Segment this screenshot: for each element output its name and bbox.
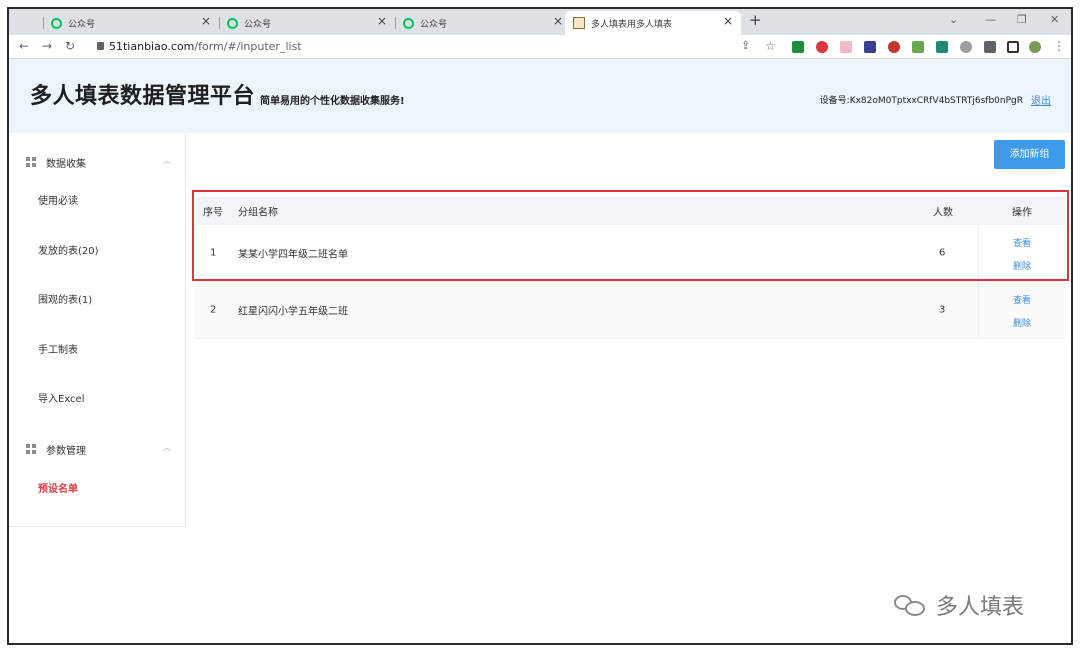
chevron-down-icon[interactable]: ⌄	[949, 13, 958, 26]
ia-extension-icon[interactable]	[864, 41, 876, 53]
new-tab-button[interactable]: +	[749, 11, 762, 29]
wechat-icon	[227, 17, 238, 29]
close-icon[interactable]: ×	[553, 14, 563, 28]
chevron-up-icon[interactable]: ︿	[163, 155, 171, 166]
translate-extension-icon[interactable]	[936, 41, 948, 53]
delete-link[interactable]: 删除	[1013, 316, 1031, 329]
wechat-icon	[51, 17, 62, 29]
browser-tab-1[interactable]: 公众号 ×	[43, 11, 219, 35]
close-icon[interactable]: ×	[201, 14, 211, 28]
tab-strip: 公众号 × 公众号 × 公众号 × 多人填表用多人填表 × + ⌄ — ❐ ✕	[9, 9, 1071, 35]
browser-tab-active[interactable]: 多人填表用多人填表 ×	[565, 11, 741, 35]
star-icon[interactable]: ☆	[765, 39, 776, 53]
restore-icon[interactable]: ❐	[1017, 13, 1027, 26]
tab-label: 公众号	[420, 19, 448, 30]
lock-icon	[97, 42, 104, 50]
url-path: /form/#/inputer_list	[194, 40, 302, 53]
watermark: 多人填表	[894, 589, 1024, 621]
tab-label: 公众号	[68, 19, 96, 30]
app-subtitle: 简单易用的个性化数据收集服务!	[260, 96, 405, 107]
row-name: 红星闪闪小学五年级二班	[238, 306, 348, 318]
forward-arrow-icon[interactable]: →	[42, 39, 52, 53]
share-icon[interactable]: ⇪	[741, 39, 750, 52]
tab-label: 公众号	[244, 19, 272, 30]
sidebar-item-preset-list[interactable]: 预设名单	[38, 480, 78, 495]
extension-on-icon[interactable]	[792, 41, 804, 53]
grid-icon	[26, 444, 36, 454]
sidebar-item-manual[interactable]: 手工制表	[38, 341, 78, 356]
table-row: 2 红星闪闪小学五年级二班 3 查看 删除	[195, 282, 1065, 339]
extension-icon[interactable]	[840, 41, 852, 53]
wechat-icon	[894, 593, 928, 617]
add-group-button[interactable]: 添加新组	[994, 140, 1065, 169]
device-id: 设备号:Kx82oM0TptxxCRfV4bSTRTj6sfb0nPgR	[819, 96, 1023, 106]
tab-separator	[219, 17, 220, 29]
highlight-box	[192, 190, 1069, 281]
grid-icon	[26, 157, 36, 167]
row-index: 2	[210, 304, 217, 316]
close-icon[interactable]: ×	[723, 14, 733, 28]
extension-icon[interactable]	[960, 41, 972, 53]
wechat-icon	[403, 17, 414, 29]
sidebar-item-import-excel[interactable]: 导入Excel	[38, 390, 85, 405]
logout-link[interactable]: 退出	[1031, 92, 1051, 107]
close-icon[interactable]: ×	[377, 14, 387, 28]
sidebar-item-watched[interactable]: 围观的表(1)	[38, 291, 92, 306]
browser-tab-2[interactable]: 公众号 ×	[219, 11, 395, 35]
sidebar-group-label: 数据收集	[46, 158, 86, 170]
profile-avatar-icon[interactable]	[1029, 41, 1041, 53]
more-vert-icon[interactable]: ⋮	[1053, 39, 1065, 53]
url-field[interactable]: 51tianbiao.com/form/#/inputer_list	[109, 40, 302, 53]
sidebar: 数据收集 ︿ 使用必读 发放的表(20) 围观的表(1) 手工制表 导入Exce…	[9, 133, 186, 527]
sidebar-item-published[interactable]: 发放的表(20)	[38, 242, 99, 257]
sidebar-toggle-icon[interactable]	[1007, 41, 1019, 53]
sidebar-group-label: 参数管理	[46, 445, 86, 457]
row-count: 3	[939, 304, 946, 316]
sidebar-group-data-collection[interactable]: 数据收集	[26, 152, 86, 172]
extension-icon[interactable]	[912, 41, 924, 53]
window-close-icon[interactable]: ✕	[1050, 13, 1059, 26]
browser-tab-3[interactable]: 公众号 ×	[395, 11, 571, 35]
address-bar: ← → ↻ 51tianbiao.com/form/#/inputer_list…	[9, 35, 1071, 59]
back-arrow-icon[interactable]: ←	[19, 39, 29, 53]
row-actions: 查看 删除	[978, 282, 1065, 338]
tab-label: 多人填表用多人填表	[591, 19, 673, 30]
watermark-text: 多人填表	[936, 595, 1025, 620]
app-title: 多人填表数据管理平台	[30, 84, 256, 109]
site-favicon-icon	[573, 17, 585, 29]
reload-icon[interactable]: ↻	[65, 39, 75, 53]
view-link[interactable]: 查看	[1013, 293, 1031, 306]
tab-separator	[395, 17, 396, 29]
chevron-up-icon[interactable]: ︿	[163, 442, 171, 453]
extension-icon[interactable]	[888, 41, 900, 53]
url-host: 51tianbiao.com	[109, 40, 195, 53]
minimize-icon[interactable]: —	[985, 13, 996, 26]
puzzle-icon[interactable]	[984, 41, 996, 53]
tab-separator	[43, 17, 44, 29]
app-header: 多人填表数据管理平台 简单易用的个性化数据收集服务! 设备号:Kx82oM0Tp…	[9, 59, 1071, 133]
sidebar-group-params[interactable]: 参数管理	[26, 439, 86, 459]
browser-window: 公众号 × 公众号 × 公众号 × 多人填表用多人填表 × + ⌄ — ❐ ✕ …	[7, 7, 1073, 645]
sidebar-item-guide[interactable]: 使用必读	[38, 192, 78, 207]
adblock-icon[interactable]	[816, 41, 828, 53]
